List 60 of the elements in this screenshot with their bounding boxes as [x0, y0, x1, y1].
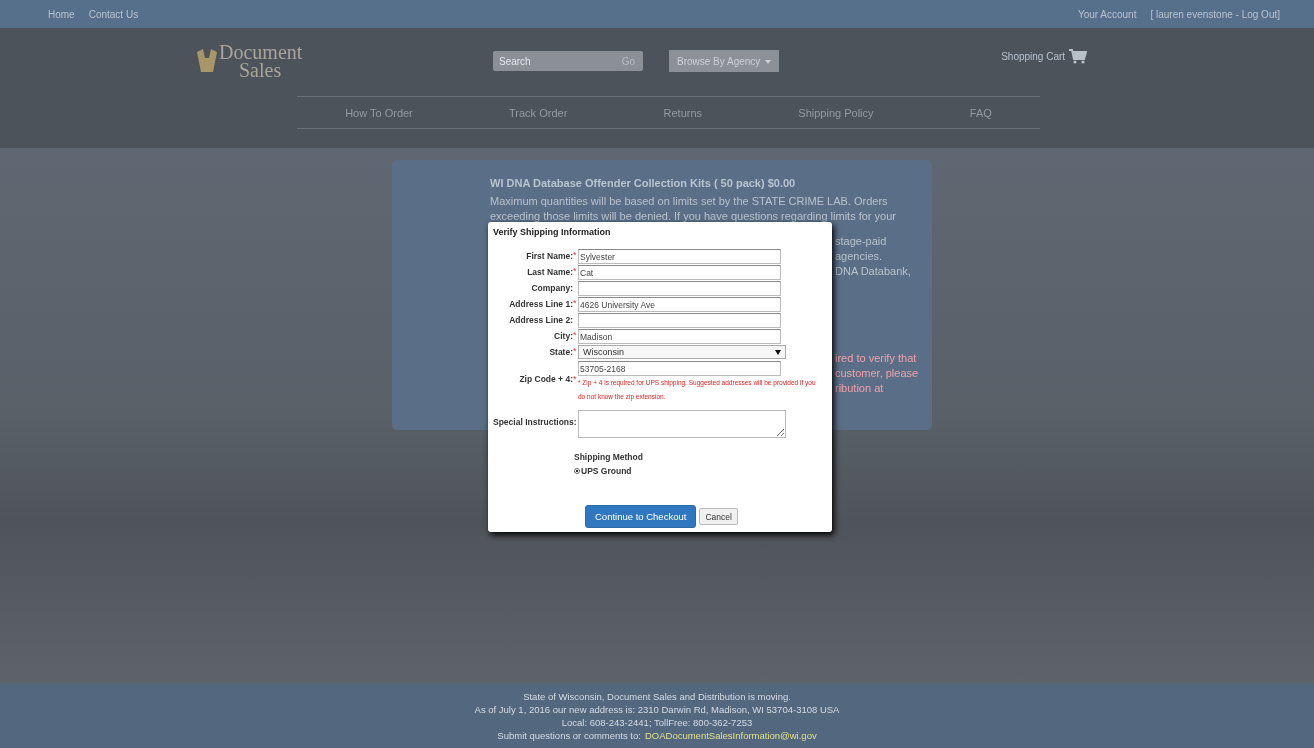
top-nav-link[interactable]: Home: [48, 8, 75, 20]
continue-button[interactable]: Continue to Checkout: [585, 505, 697, 528]
product-description-text: DNA Databank,: [835, 264, 911, 279]
shopping-cart-link[interactable]: Shopping Cart: [1001, 50, 1066, 62]
input-field[interactable]: 4626 University Ave: [578, 297, 781, 312]
input-field[interactable]: 53705-2168: [578, 361, 781, 376]
field-label: City:: [553, 330, 573, 343]
input-field[interactable]: Cat: [578, 265, 781, 280]
field-label: Address Line 1:: [508, 298, 573, 311]
required-mark: *: [573, 266, 577, 276]
required-mark: *: [573, 374, 577, 384]
field-label: State:: [548, 346, 573, 359]
footer-text: State of Wisconsin, Document Sales and Distribution is moving.: [523, 689, 791, 703]
notice-text: customer, please: [835, 366, 919, 381]
email-link[interactable]: DOADocumentSalesInformation@wi.gov: [644, 728, 817, 742]
cancel-button[interactable]: Cancel: [699, 508, 738, 525]
input-field[interactable]: [578, 313, 781, 328]
top-nav-link[interactable]: Contact Us: [88, 8, 139, 20]
input-field[interactable]: Sylvester: [578, 249, 781, 264]
footer-text: Local: 608-243-2441; TollFree: 800-362-7253: [561, 715, 753, 729]
nav-link[interactable]: Shipping Policy: [798, 106, 874, 119]
required-mark: *: [573, 250, 577, 260]
product-description-text: stage-paid: [835, 234, 887, 249]
footer-text: Submit questions or comments to:: [497, 728, 641, 742]
special-instructions-field[interactable]: [578, 410, 786, 438]
radio-button[interactable]: [574, 468, 580, 474]
nav-link[interactable]: Returns: [663, 106, 703, 119]
field-label: Company:: [530, 282, 573, 295]
field-label: First Name:: [525, 250, 573, 263]
product-title: WI DNA Database Offender Collection Kits ( 50 pack) $0.00: [490, 177, 797, 189]
product-description-text: agencies.: [835, 249, 883, 264]
required-mark: *: [573, 346, 577, 356]
footer-text: As of July 1, 2016 our new address is: 2310 Darwin Rd, Madison, WI 53704-3108 USA: [474, 702, 840, 716]
shipping-option-label: UPS Ground: [581, 466, 632, 476]
shipping-method-label: Shipping Method: [574, 452, 644, 462]
logo-text: Document: [219, 43, 303, 61]
field-label: Address Line 2:: [508, 314, 573, 327]
nav-link[interactable]: How To Order: [345, 106, 413, 119]
nav-link[interactable]: FAQ: [969, 106, 992, 119]
cart-icon: [1069, 48, 1088, 64]
product-description-text: Maximum quantities will be based on limits set by the STATE CRIME LAB. Orders: [490, 194, 889, 209]
logo-text: Sales: [238, 61, 283, 79]
logo-icon: [195, 48, 219, 74]
caret-icon: [765, 59, 772, 64]
notice-text: ired to verify that: [835, 351, 918, 366]
dropdown-arrow-icon: [775, 349, 781, 355]
input-field[interactable]: Madison: [578, 329, 781, 344]
state-dropdown[interactable]: Wisconsin: [578, 345, 786, 359]
required-mark: *: [573, 298, 577, 308]
browse-by-agency-button[interactable]: Browse By Agency: [669, 50, 780, 72]
input-field[interactable]: [578, 281, 781, 296]
notice-text: ribution at: [835, 381, 885, 396]
field-label: Zip Code + 4:: [518, 373, 573, 386]
account-link[interactable]: Your Account: [1077, 8, 1137, 20]
user-logout-link[interactable]: [ lauren evenstone - Log Out]: [1150, 8, 1280, 20]
product-description-text: exceeding those limits will be denied. If you have questions regarding limits for your: [490, 209, 897, 224]
required-mark: *: [573, 330, 577, 340]
field-label: Last Name:: [526, 266, 573, 279]
nav-link[interactable]: Track Order: [509, 106, 568, 119]
dialog-title: Verify Shipping Information: [493, 227, 612, 237]
